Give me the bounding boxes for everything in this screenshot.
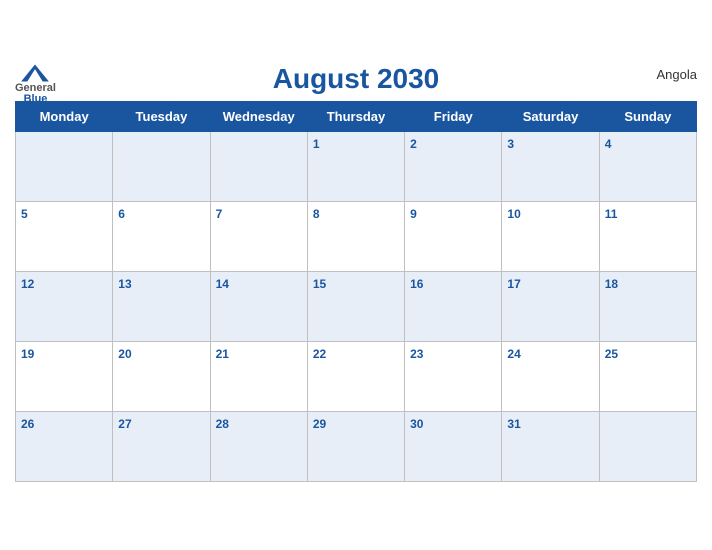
calendar-header: General Blue August 2030 Angola bbox=[15, 63, 697, 95]
country-label: Angola bbox=[657, 67, 697, 82]
day-number: 9 bbox=[410, 207, 417, 221]
calendar-cell: 20 bbox=[113, 342, 210, 412]
calendar-cell: 2 bbox=[405, 132, 502, 202]
day-number: 12 bbox=[21, 277, 34, 291]
weekday-header-monday: Monday bbox=[16, 102, 113, 132]
day-number: 13 bbox=[118, 277, 131, 291]
calendar-cell: 14 bbox=[210, 272, 307, 342]
day-number: 29 bbox=[313, 417, 326, 431]
calendar-title: August 2030 bbox=[273, 63, 440, 95]
weekday-header-sunday: Sunday bbox=[599, 102, 696, 132]
calendar-cell: 19 bbox=[16, 342, 113, 412]
day-number: 8 bbox=[313, 207, 320, 221]
day-number: 10 bbox=[507, 207, 520, 221]
calendar-table: MondayTuesdayWednesdayThursdayFridaySatu… bbox=[15, 101, 697, 482]
calendar-cell: 23 bbox=[405, 342, 502, 412]
day-number: 20 bbox=[118, 347, 131, 361]
day-number: 21 bbox=[216, 347, 229, 361]
calendar-cell bbox=[599, 412, 696, 482]
calendar-cell: 26 bbox=[16, 412, 113, 482]
calendar-cell: 25 bbox=[599, 342, 696, 412]
week-row-4: 19 20 21 22 23 24 25 bbox=[16, 342, 697, 412]
weekday-header-row: MondayTuesdayWednesdayThursdayFridaySatu… bbox=[16, 102, 697, 132]
calendar-cell: 11 bbox=[599, 202, 696, 272]
calendar-cell bbox=[113, 132, 210, 202]
day-number: 2 bbox=[410, 137, 417, 151]
calendar-cell: 5 bbox=[16, 202, 113, 272]
week-row-1: 1 2 3 4 bbox=[16, 132, 697, 202]
day-number: 23 bbox=[410, 347, 423, 361]
calendar-cell: 24 bbox=[502, 342, 599, 412]
calendar-cell: 7 bbox=[210, 202, 307, 272]
day-number: 5 bbox=[21, 207, 28, 221]
day-number: 15 bbox=[313, 277, 326, 291]
calendar-cell: 28 bbox=[210, 412, 307, 482]
calendar-cell: 31 bbox=[502, 412, 599, 482]
day-number: 30 bbox=[410, 417, 423, 431]
day-number: 14 bbox=[216, 277, 229, 291]
day-number: 6 bbox=[118, 207, 125, 221]
day-number: 27 bbox=[118, 417, 131, 431]
logo-icon bbox=[19, 63, 51, 83]
day-number: 31 bbox=[507, 417, 520, 431]
calendar-cell: 10 bbox=[502, 202, 599, 272]
calendar-cell: 6 bbox=[113, 202, 210, 272]
weekday-header-wednesday: Wednesday bbox=[210, 102, 307, 132]
week-row-5: 26 27 28 29 30 31 bbox=[16, 412, 697, 482]
day-number: 28 bbox=[216, 417, 229, 431]
day-number: 3 bbox=[507, 137, 514, 151]
calendar-cell: 17 bbox=[502, 272, 599, 342]
calendar-cell: 16 bbox=[405, 272, 502, 342]
calendar-cell: 22 bbox=[307, 342, 404, 412]
calendar-thead: MondayTuesdayWednesdayThursdayFridaySatu… bbox=[16, 102, 697, 132]
calendar-cell: 15 bbox=[307, 272, 404, 342]
week-row-3: 12 13 14 15 16 17 18 bbox=[16, 272, 697, 342]
day-number: 16 bbox=[410, 277, 423, 291]
day-number: 19 bbox=[21, 347, 34, 361]
day-number: 11 bbox=[605, 207, 618, 221]
weekday-header-saturday: Saturday bbox=[502, 102, 599, 132]
week-row-2: 5 6 7 8 9 10 11 bbox=[16, 202, 697, 272]
day-number: 25 bbox=[605, 347, 618, 361]
calendar-cell: 9 bbox=[405, 202, 502, 272]
calendar-cell bbox=[210, 132, 307, 202]
day-number: 1 bbox=[313, 137, 320, 151]
day-number: 17 bbox=[507, 277, 520, 291]
calendar-cell bbox=[16, 132, 113, 202]
day-number: 24 bbox=[507, 347, 520, 361]
calendar-cell: 4 bbox=[599, 132, 696, 202]
day-number: 22 bbox=[313, 347, 326, 361]
calendar-cell: 18 bbox=[599, 272, 696, 342]
calendar-tbody: 1234567891011121314151617181920212223242… bbox=[16, 132, 697, 482]
calendar-cell: 29 bbox=[307, 412, 404, 482]
logo-area: General Blue bbox=[15, 63, 56, 105]
calendar-cell: 12 bbox=[16, 272, 113, 342]
day-number: 4 bbox=[605, 137, 612, 151]
day-number: 7 bbox=[216, 207, 223, 221]
day-number: 26 bbox=[21, 417, 34, 431]
weekday-header-thursday: Thursday bbox=[307, 102, 404, 132]
calendar-cell: 21 bbox=[210, 342, 307, 412]
calendar-wrapper: General Blue August 2030 Angola MondayTu… bbox=[0, 53, 712, 497]
calendar-cell: 3 bbox=[502, 132, 599, 202]
weekday-header-friday: Friday bbox=[405, 102, 502, 132]
day-number: 18 bbox=[605, 277, 618, 291]
logo-blue-text: Blue bbox=[24, 94, 48, 105]
calendar-cell: 30 bbox=[405, 412, 502, 482]
calendar-cell: 27 bbox=[113, 412, 210, 482]
calendar-cell: 1 bbox=[307, 132, 404, 202]
calendar-cell: 8 bbox=[307, 202, 404, 272]
calendar-cell: 13 bbox=[113, 272, 210, 342]
weekday-header-tuesday: Tuesday bbox=[113, 102, 210, 132]
